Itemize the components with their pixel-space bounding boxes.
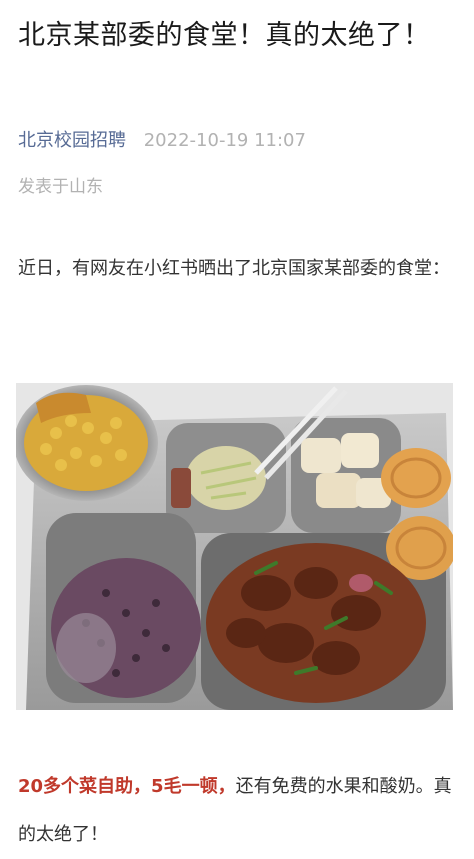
intro-paragraph: 近日，有网友在小红书晒出了北京国家某部委的食堂： — [18, 258, 450, 279]
article-title: 北京某部委的食堂！真的太绝了！ — [18, 20, 431, 51]
highlight-text: 20多个菜自助，5毛一顿， — [18, 776, 236, 797]
publish-datetime: 2022-10-19 11:07 — [143, 130, 306, 151]
publish-location: 发表于山东 — [18, 177, 103, 197]
account-name-link[interactable]: 北京校园招聘 — [18, 130, 126, 151]
article-meta: 北京校园招聘 2022-10-19 11:07 — [18, 128, 306, 154]
food-tray-illustration — [16, 383, 453, 710]
body-paragraph: 20多个菜自助，5毛一顿，还有免费的水果和酸奶。真的太绝了！ — [18, 763, 458, 859]
cafeteria-food-photo[interactable] — [16, 383, 453, 710]
